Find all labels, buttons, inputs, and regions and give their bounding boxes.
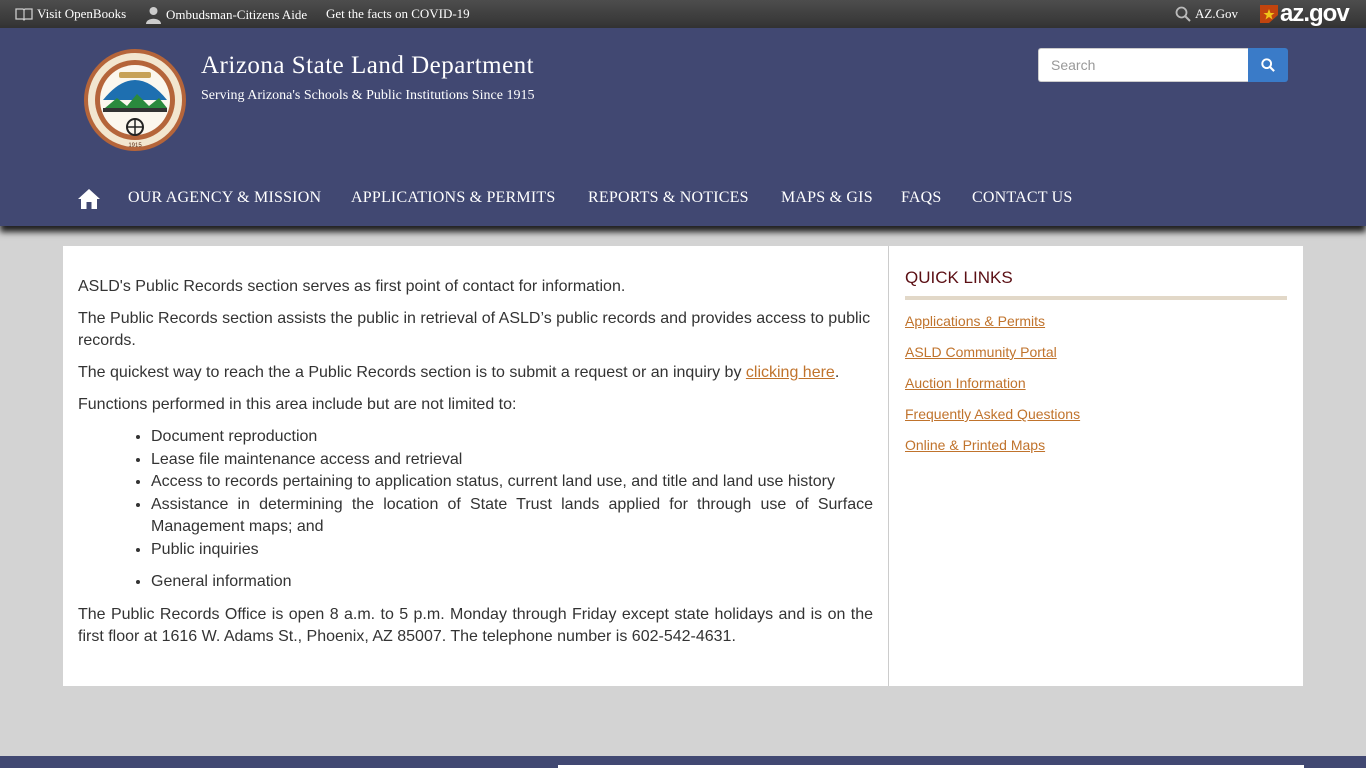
content-panel: ASLD's Public Records section serves as … xyxy=(63,246,1303,686)
list-item: Document reproduction xyxy=(151,426,873,449)
search-input[interactable] xyxy=(1038,48,1248,82)
nav-applications-permits[interactable]: APPLICATIONS & PERMITS xyxy=(351,189,555,207)
main-nav: OUR AGENCY & MISSION APPLICATIONS & PERM… xyxy=(0,178,1366,218)
search-button[interactable] xyxy=(1248,48,1288,82)
clicking-here-link[interactable]: clicking here xyxy=(746,364,835,381)
quick-link-maps[interactable]: Online & Printed Maps xyxy=(905,436,1287,455)
top-utility-bar: Visit OpenBooks Ombudsman-Citizens Aide … xyxy=(0,0,1366,28)
functions-list-extra: General information xyxy=(78,571,873,594)
nav-our-agency[interactable]: OUR AGENCY & MISSION xyxy=(128,189,321,207)
search-icon xyxy=(1261,58,1275,72)
intro-paragraph: ASLD's Public Records section serves as … xyxy=(78,278,626,295)
state-land-seal-logo[interactable]: 1915 xyxy=(83,48,187,152)
azgov-label: AZ.Gov xyxy=(1195,6,1238,21)
visit-openbooks-label: Visit OpenBooks xyxy=(37,6,127,21)
search-icon xyxy=(1175,6,1191,22)
assist-paragraph: The Public Records section assists the p… xyxy=(78,310,871,349)
quick-link-applications[interactable]: Applications & Permits xyxy=(905,312,1287,331)
quick-links-sidebar: QUICK LINKS Applications & Permits ASLD … xyxy=(890,246,1303,686)
request-period: . xyxy=(834,364,840,381)
list-item: Public inquiries xyxy=(151,539,873,562)
list-item: Access to records pertaining to applicat… xyxy=(151,471,873,494)
nav-reports-notices[interactable]: REPORTS & NOTICES xyxy=(588,189,749,207)
nav-maps-gis[interactable]: MAPS & GIS xyxy=(781,189,873,207)
quick-link-community-portal[interactable]: ASLD Community Portal xyxy=(905,343,1287,362)
request-paragraph: The quickest way to reach the a Public R… xyxy=(78,362,873,384)
functions-list: Document reproduction Lease file mainten… xyxy=(78,426,873,561)
functions-paragraph: Functions performed in this area include… xyxy=(78,396,517,413)
book-icon xyxy=(15,8,33,21)
covid-facts-label: Get the facts on COVID-19 xyxy=(326,6,470,21)
site-subtitle: Serving Arizona's Schools & Public Insti… xyxy=(201,88,535,103)
arizona-flag-icon xyxy=(1260,5,1278,23)
main-content: ASLD's Public Records section serves as … xyxy=(63,246,889,686)
request-text: The quickest way to reach the a Public R… xyxy=(78,364,746,381)
list-item: Lease file maintenance access and retrie… xyxy=(151,449,873,472)
nav-contact-us[interactable]: CONTACT US xyxy=(972,189,1072,207)
ombudsman-label: Ombudsman-Citizens Aide xyxy=(166,7,308,22)
site-header: 1915 Arizona State Land Department Servi… xyxy=(0,28,1366,226)
quick-link-auction[interactable]: Auction Information xyxy=(905,374,1287,393)
home-icon[interactable] xyxy=(77,188,101,210)
list-item: Assistance in determining the location o… xyxy=(151,494,873,539)
list-item: General information xyxy=(151,571,873,594)
visit-openbooks-link[interactable]: Visit OpenBooks xyxy=(15,6,126,22)
azgov-logo[interactable]: az.gov xyxy=(1280,0,1350,28)
azgov-link[interactable]: AZ.Gov xyxy=(1175,6,1238,22)
quick-link-faq[interactable]: Frequently Asked Questions xyxy=(905,405,1287,424)
office-hours-paragraph: The Public Records Office is open 8 a.m.… xyxy=(78,605,873,645)
ombudsman-link[interactable]: Ombudsman-Citizens Aide xyxy=(145,6,307,24)
person-icon xyxy=(146,7,161,24)
site-title[interactable]: Arizona State Land Department xyxy=(201,52,534,80)
covid-facts-link[interactable]: Get the facts on COVID-19 xyxy=(326,6,470,22)
seal-year: 1915 xyxy=(128,143,142,149)
nav-faqs[interactable]: FAQS xyxy=(901,189,942,207)
quick-links-heading: QUICK LINKS xyxy=(905,268,1287,300)
